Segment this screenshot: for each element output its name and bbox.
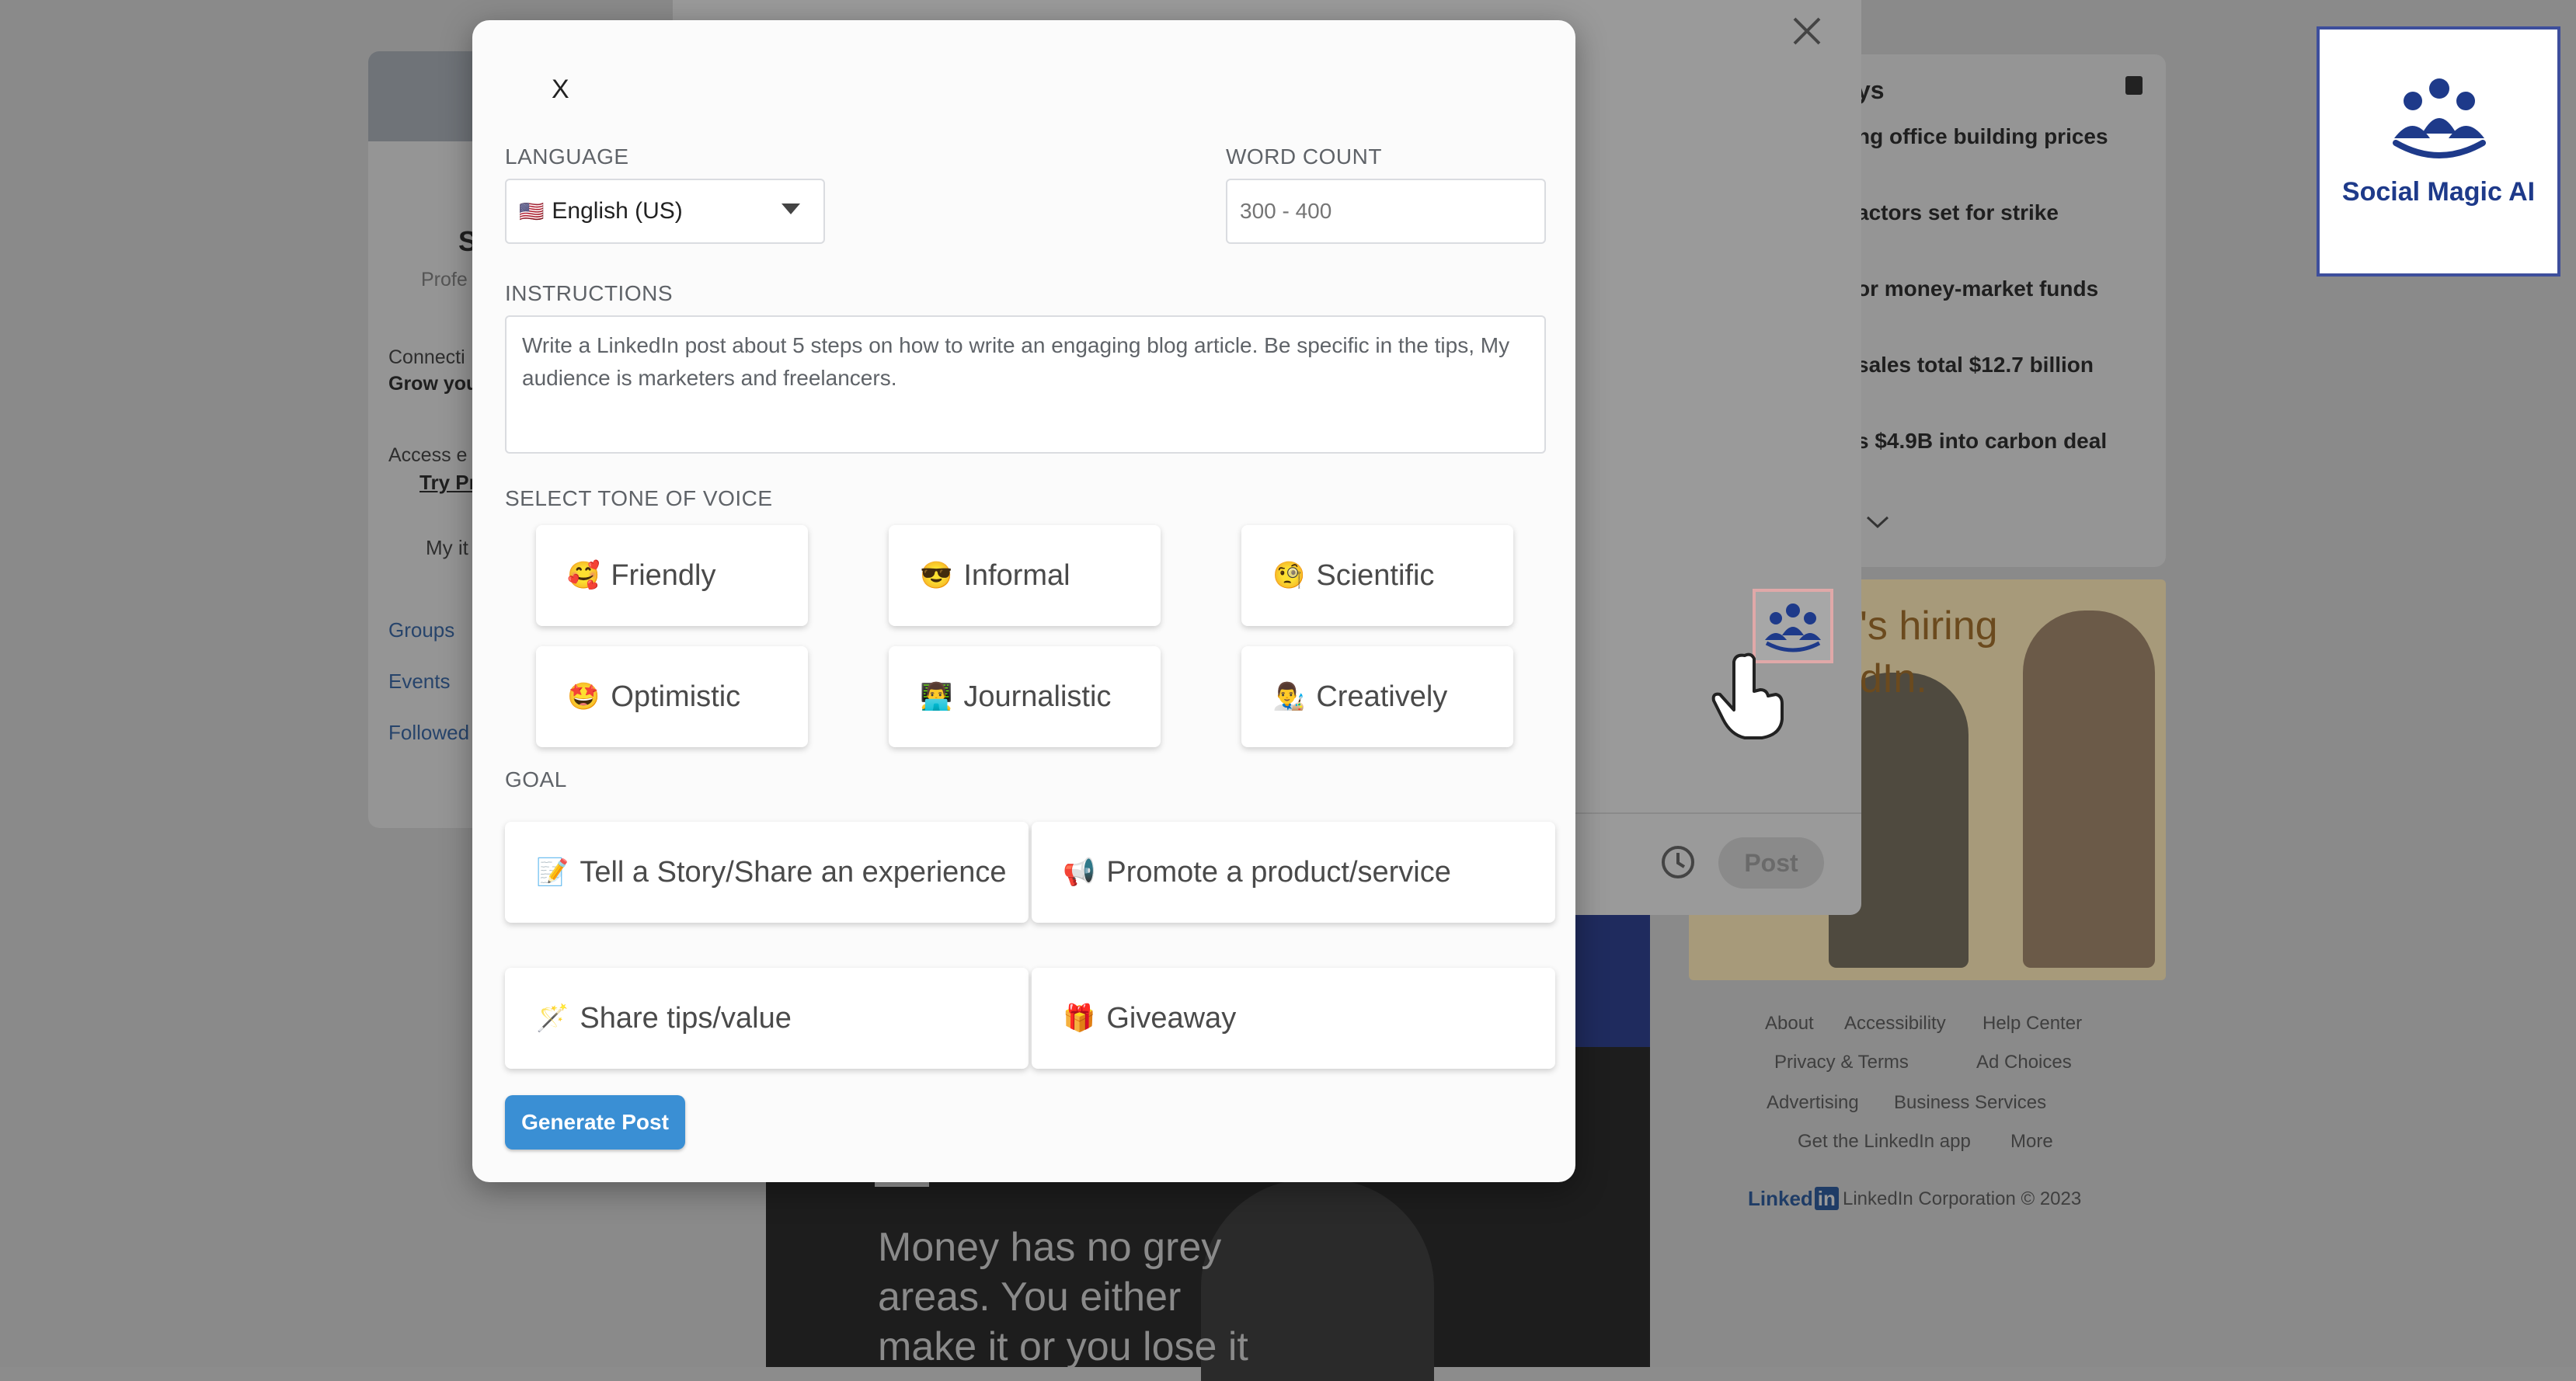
events-link[interactable]: Events: [388, 670, 451, 694]
tone-informal[interactable]: 😎 Informal: [889, 525, 1161, 626]
connections-label: Connecti: [388, 346, 465, 368]
journalistic-emoji-icon: 👨‍💻: [920, 682, 953, 711]
goal-label: GOAL: [505, 767, 567, 791]
footer-more[interactable]: More: [2010, 1131, 2053, 1153]
logo-text: Social Magic AI: [2341, 177, 2536, 207]
connections-sub: Grow you: [388, 373, 479, 395]
linkedin-brand-text: Linked: [1748, 1187, 1813, 1210]
groups-link[interactable]: Groups: [388, 618, 454, 642]
footer-get-app[interactable]: Get the LinkedIn app: [1798, 1131, 1971, 1153]
my-items-link[interactable]: My it: [426, 536, 468, 560]
creatively-emoji-icon: 👨‍🎨: [1272, 682, 1306, 711]
social-magic-logo: Social Magic AI: [2317, 26, 2560, 277]
goal-giveaway[interactable]: 🎁 Giveaway: [1032, 968, 1555, 1069]
goal-label-text: Promote a product/service: [1106, 855, 1451, 889]
social-magic-modal: X LANGUAGE 🇺🇸 English (US) WORD COUNT IN…: [472, 20, 1575, 1182]
profile-headline: Profe: [421, 269, 468, 290]
instructions-textarea[interactable]: Write a LinkedIn post about 5 steps on h…: [505, 315, 1546, 454]
goal-label-text: Tell a Story/Share an experience: [580, 855, 1007, 889]
dropdown-caret-icon: [782, 203, 800, 214]
footer-ad-choices[interactable]: Ad Choices: [1976, 1052, 2072, 1073]
footer-accessibility[interactable]: Accessibility: [1844, 1013, 1946, 1035]
news-item[interactable]: or money-market funds: [1857, 277, 2098, 301]
tone-journalistic[interactable]: 👨‍💻 Journalistic: [889, 646, 1161, 747]
tone-label-text: Journalistic: [963, 680, 1112, 713]
tone-label-text: Informal: [963, 558, 1070, 592]
post-quote-line: Money has no grey: [878, 1225, 1222, 1270]
footer-privacy-terms[interactable]: Privacy & Terms: [1774, 1052, 1909, 1073]
ad-figure: [2023, 610, 2155, 968]
tone-friendly[interactable]: 🥰 Friendly: [536, 525, 808, 626]
hand-cursor-icon: [1706, 648, 1791, 745]
news-item[interactable]: s $4.9B into carbon deal: [1857, 429, 2107, 454]
schedule-clock-icon[interactable]: [1659, 844, 1697, 885]
post-button[interactable]: Post: [1718, 837, 1824, 889]
linkedin-in-logo: in: [1814, 1187, 1839, 1210]
tone-label-text: Friendly: [611, 558, 716, 592]
tone-optimistic[interactable]: 🤩 Optimistic: [536, 646, 808, 747]
info-icon[interactable]: [2125, 76, 2143, 95]
post-quote-line: make it or you lose it: [878, 1324, 1248, 1369]
tone-label-text: Optimistic: [611, 680, 741, 713]
modal-close-button[interactable]: X: [552, 75, 569, 105]
post-quote-line: areas. You either: [878, 1275, 1182, 1320]
chevron-down-icon[interactable]: [1864, 513, 1891, 535]
news-item[interactable]: ng office building prices: [1857, 124, 2108, 149]
linkedin-brand: Linked in: [1748, 1187, 1839, 1211]
footer-help-center[interactable]: Help Center: [1982, 1013, 2082, 1035]
generate-post-button[interactable]: Generate Post: [505, 1095, 685, 1150]
news-item[interactable]: sales total $12.7 billion: [1857, 353, 2094, 377]
people-group-icon: [2385, 73, 2494, 170]
followed-link[interactable]: Followed: [388, 721, 469, 745]
goal-share-tips[interactable]: 🪄 Share tips/value: [505, 968, 1029, 1069]
instructions-label: INSTRUCTIONS: [505, 281, 673, 305]
memo-emoji-icon: 📝: [536, 857, 569, 887]
tone-label-text: Scientific: [1316, 558, 1435, 592]
goal-promote[interactable]: 📢 Promote a product/service: [1032, 822, 1555, 923]
informal-emoji-icon: 😎: [920, 561, 953, 590]
optimistic-emoji-icon: 🤩: [567, 682, 600, 711]
tone-creatively[interactable]: 👨‍🎨 Creatively: [1241, 646, 1513, 747]
access-label: Access e: [388, 444, 468, 466]
footer-business-services[interactable]: Business Services: [1894, 1092, 2046, 1114]
tone-label: SELECT TONE OF VOICE: [505, 486, 773, 510]
ad-headline-2: dIn.: [1860, 656, 1927, 701]
friendly-emoji-icon: 🥰: [567, 561, 600, 590]
ad-headline-1: 's hiring: [1860, 604, 1998, 649]
footer-copyright: LinkedIn Corporation © 2023: [1843, 1188, 2082, 1209]
tone-label-text: Creatively: [1316, 680, 1448, 713]
gift-emoji-icon: 🎁: [1063, 1004, 1096, 1033]
try-premium-link[interactable]: Try Pr: [419, 471, 477, 495]
footer-advertising[interactable]: Advertising: [1767, 1092, 1859, 1114]
goal-tell-story[interactable]: 📝 Tell a Story/Share an experience: [505, 822, 1029, 923]
composer-close-icon[interactable]: [1791, 16, 1822, 50]
footer-about[interactable]: About: [1765, 1013, 1814, 1035]
wand-emoji-icon: 🪄: [536, 1004, 569, 1033]
language-select[interactable]: 🇺🇸 English (US): [505, 179, 825, 244]
word-count-label: WORD COUNT: [1226, 144, 1382, 169]
megaphone-emoji-icon: 📢: [1063, 857, 1096, 887]
language-value: English (US): [552, 198, 683, 224]
us-flag-icon: 🇺🇸: [519, 199, 545, 223]
scientific-emoji-icon: 🧐: [1272, 561, 1306, 590]
goal-label-text: Giveaway: [1106, 1001, 1237, 1035]
goal-label-text: Share tips/value: [580, 1001, 792, 1035]
tone-scientific[interactable]: 🧐 Scientific: [1241, 525, 1513, 626]
word-count-input[interactable]: [1226, 179, 1546, 244]
language-label: LANGUAGE: [505, 144, 629, 169]
news-item[interactable]: actors set for strike: [1857, 200, 2059, 225]
